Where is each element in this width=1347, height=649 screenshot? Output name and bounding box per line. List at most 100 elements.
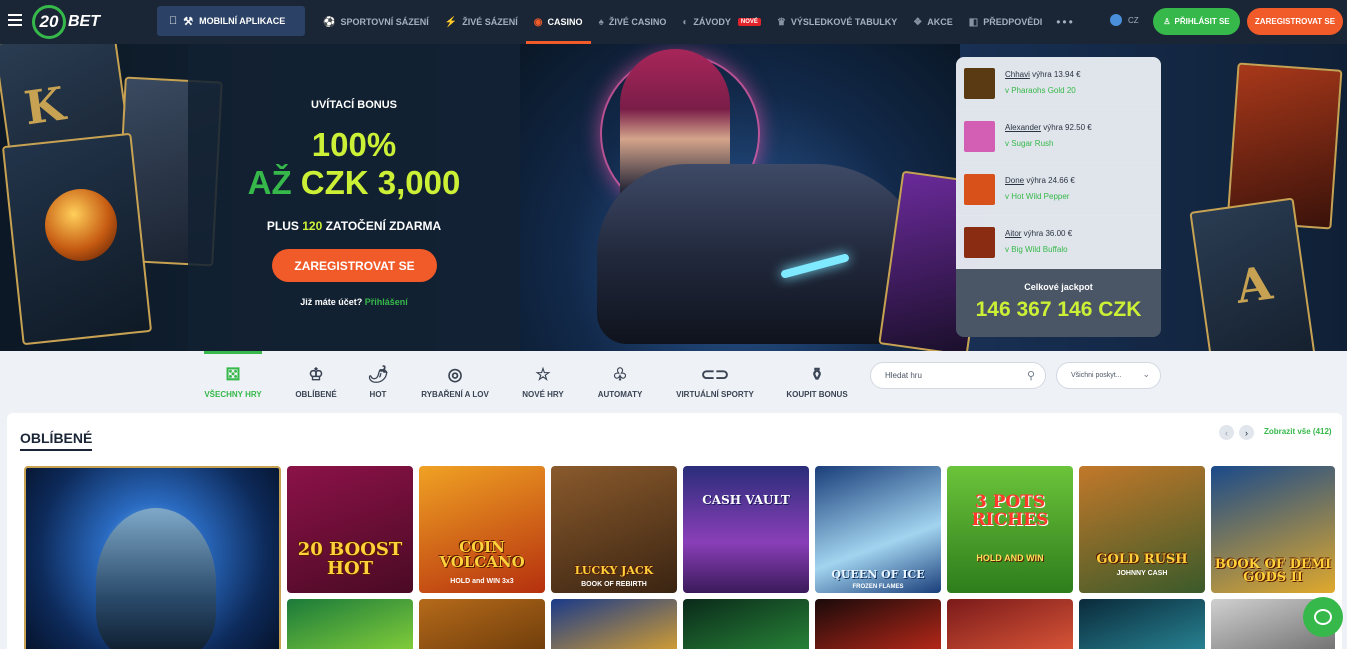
- win-row[interactable]: Done výhra 24.66 € v Hot Wild Pepper: [956, 163, 1161, 216]
- register-button[interactable]: ZAREGISTROVAT SE: [1247, 8, 1343, 35]
- category-buy-bonus[interactable]: ⚱ KOUPIT BONUS: [784, 351, 850, 413]
- bonus-amount-line: AŽ CZK 3,000: [188, 164, 520, 202]
- category-hot[interactable]: 🌶 HOT: [360, 351, 396, 413]
- category-virtual-sports[interactable]: ⊂⊃ VIRTUÁLNÍ SPORTY: [672, 351, 758, 413]
- nav-predictions[interactable]: ◧ PŘEDPOVĚDI: [961, 0, 1050, 44]
- game-tile[interactable]: [419, 599, 545, 649]
- soccer-ball-icon: ⚽: [323, 16, 336, 28]
- spins-suffix: ZATOČENÍ ZDARMA: [325, 219, 442, 233]
- search-placeholder: Hledat hru: [885, 371, 922, 380]
- game-tile[interactable]: [551, 599, 677, 649]
- logo[interactable]: 20 BET: [32, 5, 100, 39]
- login-button[interactable]: ♙ PŘIHLÁSIT SE: [1153, 8, 1240, 35]
- search-input[interactable]: Hledat hru ⚲: [870, 362, 1046, 389]
- game-title: COIN VOLCANO: [439, 537, 525, 572]
- game-thumbnail: [964, 226, 995, 258]
- category-favorites[interactable]: ♔ OBLÍBENÉ: [290, 351, 342, 413]
- game-title: GOLD RUSH: [1096, 552, 1188, 568]
- nav-sports[interactable]: ⚽ SPORTOVNÍ SÁZENÍ: [315, 0, 437, 44]
- game-tile[interactable]: COIN VOLCANO HOLD and WIN 3x3: [419, 466, 545, 593]
- android-icon: ⚒: [175, 15, 193, 28]
- nav-races[interactable]: ◐ ZÁVODY NOVÉ: [674, 0, 769, 44]
- win-game: v Big Wild Buffalo: [1005, 245, 1068, 254]
- game-title: CASH VAULT: [702, 493, 790, 507]
- game-tile[interactable]: [947, 599, 1073, 649]
- hero-banner: K A UVÍTACÍ BONUS 100% AŽ CZK 3,000 PLUS…: [0, 44, 1347, 351]
- game-tile-featured[interactable]: [24, 466, 281, 649]
- live-chat-button[interactable]: [1303, 597, 1343, 637]
- nav-label: VÝSLEDKOVÉ TABULKY: [790, 17, 898, 27]
- nav-leaderboards[interactable]: ♛ VÝSLEDKOVÉ TABULKY: [769, 0, 905, 44]
- win-amount: výhra 92.50 €: [1041, 123, 1092, 132]
- win-row[interactable]: Chhavi výhra 13.94 € v Pharaohs Gold 20: [956, 57, 1161, 110]
- game-tile[interactable]: GOLD RUSH JOHNNY CASH: [1079, 466, 1205, 593]
- nav-label: ŽIVÉ SÁZENÍ: [462, 17, 518, 27]
- win-game: v Pharaohs Gold 20: [1005, 86, 1076, 95]
- more-menu-icon[interactable]: •••: [1050, 15, 1081, 29]
- game-tile[interactable]: [287, 599, 413, 649]
- provider-select[interactable]: Všichni poskyt... ⌄: [1056, 362, 1161, 389]
- account-prompt: Již máte účet? Přihlášení: [188, 297, 520, 307]
- language-code: CZ: [1128, 15, 1139, 25]
- win-text: Aitor výhra 36.00 € v Big Wild Buffalo: [1005, 226, 1072, 258]
- win-text: Chhavi výhra 13.94 € v Pharaohs Gold 20: [1005, 67, 1081, 99]
- free-spins-text: PLUS 120 ZATOČENÍ ZDARMA: [188, 219, 520, 233]
- spins-count: 120: [302, 219, 323, 233]
- nav-label: ZÁVODY: [693, 17, 731, 27]
- bonus-up-to: AŽ: [247, 164, 292, 201]
- category-new-games[interactable]: ☆ NOVÉ HRY: [517, 351, 569, 413]
- category-slots[interactable]: ♧ AUTOMATY: [592, 351, 648, 413]
- predictions-icon: ◧: [968, 16, 979, 28]
- new-badge: NOVÉ: [737, 18, 761, 26]
- game-tile[interactable]: BOOK OF DEMI GODS II: [1211, 466, 1335, 593]
- bonus-percent: 100%: [311, 126, 397, 163]
- recent-wins-panel: Chhavi výhra 13.94 € v Pharaohs Gold 20 …: [956, 57, 1161, 337]
- next-arrow-icon[interactable]: ›: [1239, 425, 1254, 440]
- chevron-down-icon: ⌄: [1142, 369, 1150, 379]
- game-thumbnail: [964, 120, 995, 152]
- nav-live-casino[interactable]: ♠ ŽIVÉ CASINO: [591, 0, 675, 44]
- win-amount: výhra 13.94 €: [1029, 70, 1081, 79]
- game-tile[interactable]: LUCKY JACK BOOK OF REBIRTH: [551, 466, 677, 593]
- language-selector[interactable]: CZ: [1110, 14, 1139, 26]
- cherry-icon: ♧: [612, 364, 628, 384]
- win-row[interactable]: Alexander výhra 92.50 € v Sugar Rush: [956, 110, 1161, 163]
- game-thumbnail: [964, 67, 995, 99]
- game-tile[interactable]: 3 POTS RICHES HOLD AND WIN: [947, 466, 1073, 593]
- game-subtitle: HOLD AND WIN: [976, 553, 1044, 563]
- hero-register-button[interactable]: ZAREGISTROVAT SE: [272, 249, 437, 282]
- jackpot-box: Celkové jackpot 146 367 146 CZK: [956, 269, 1161, 337]
- prev-arrow-icon[interactable]: ‹: [1219, 425, 1234, 440]
- game-tile[interactable]: [815, 599, 941, 649]
- win-row[interactable]: Aitor výhra 36.00 € v Big Wild Buffalo: [956, 216, 1161, 269]
- logo-mark: 20: [32, 5, 66, 39]
- category-all-games[interactable]: ⚄ VŠECHNY HRY: [204, 351, 262, 413]
- show-all-link[interactable]: Zobrazit vše (412): [1264, 427, 1332, 436]
- win-amount: výhra 24.66 €: [1024, 176, 1075, 185]
- mobile-app-button[interactable]:  ⚒ MOBILNÍ APLIKACE: [157, 6, 305, 36]
- win-text: Done výhra 24.66 € v Hot Wild Pepper: [1005, 173, 1075, 205]
- winner-name: Aitor: [1005, 229, 1022, 238]
- game-tile[interactable]: CASH VAULT: [683, 466, 809, 593]
- bonus-amount: 100% AŽ CZK 3,000: [188, 126, 520, 202]
- game-tile[interactable]: 20 BOOST HOT: [287, 466, 413, 593]
- dragon-orb-art: [45, 189, 117, 261]
- live-icon: ⚡: [444, 16, 458, 28]
- category-label: VŠECHNY HRY: [204, 389, 262, 399]
- game-subtitle: HOLD and WIN 3x3: [450, 578, 514, 585]
- game-tile[interactable]: QUEEN OF ICE FROZEN FLAMES: [815, 466, 941, 593]
- game-tile[interactable]: [683, 599, 809, 649]
- nav-casino[interactable]: ◉ CASINO: [525, 0, 591, 44]
- win-game: v Sugar Rush: [1005, 139, 1054, 148]
- dice-icon: ⚄: [225, 364, 241, 384]
- mobile-app-label: MOBILNÍ APLIKACE: [190, 16, 285, 26]
- game-subtitle: JOHNNY CASH: [1116, 570, 1168, 577]
- login-link[interactable]: Přihlášení: [365, 297, 408, 307]
- hamburger-menu-icon[interactable]: [8, 14, 22, 26]
- main-nav: ⚽ SPORTOVNÍ SÁZENÍ ⚡ ŽIVÉ SÁZENÍ ◉ CASINO ♠…: [315, 0, 1081, 44]
- category-fishing[interactable]: ◎ RYBAŘENÍ A LOV: [418, 351, 492, 413]
- game-tile[interactable]: [1079, 599, 1205, 649]
- nav-promotions[interactable]: ❖ AKCE: [905, 0, 960, 44]
- nav-live[interactable]: ⚡ ŽIVÉ SÁZENÍ: [437, 0, 526, 44]
- crown-icon: ♔: [308, 364, 324, 384]
